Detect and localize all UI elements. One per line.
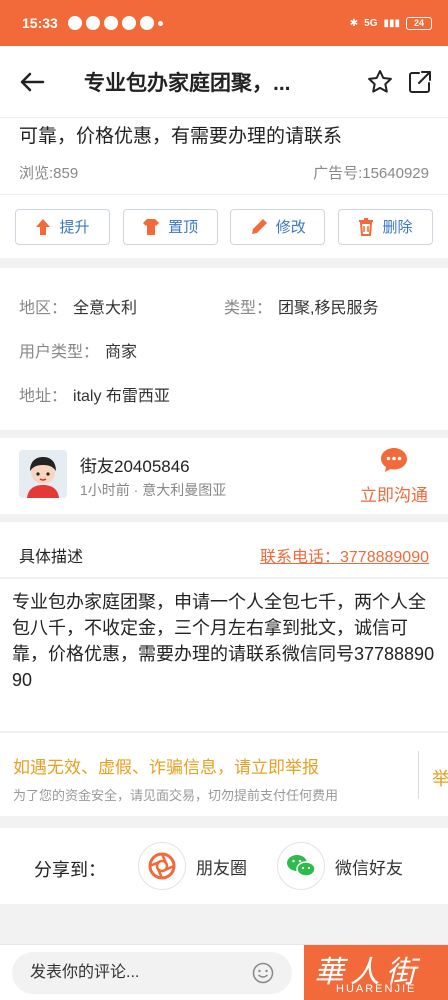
user-meta: 1小时前 · 意大利曼图亚 — [80, 482, 227, 498]
address-row: 地址： italy 布雷西亚 — [19, 388, 170, 405]
report-warning: 如遇无效、虚假、诈骗信息，请立即举报 为了您的资金安全，请见面交易，切勿提前支付… — [0, 732, 448, 816]
chat-now-button[interactable]: 立即沟通 — [358, 446, 430, 506]
post-header: 可靠，价格优惠，有需要办理的请联系 浏览:859 广告号:15640929 — [0, 118, 448, 194]
username[interactable]: 街友20405846 — [80, 452, 190, 477]
share-button[interactable] — [400, 46, 440, 118]
comment-bar: 華人街 HUARENJIE — [0, 944, 448, 1000]
back-arrow-icon — [20, 72, 45, 91]
bluetooth-icon: ✱ — [349, 17, 359, 29]
arrow-up-icon — [36, 218, 51, 235]
description-header: 具体描述 联系电话：3778889090 — [0, 522, 448, 578]
moments-icon — [138, 842, 186, 890]
comment-input[interactable] — [12, 952, 292, 994]
promote-button[interactable]: 提升 — [15, 208, 110, 245]
signal-icon: ▮▮▮ — [383, 17, 400, 29]
type-row: 类型： 团聚,移民服务 — [224, 300, 379, 317]
share-label: 分享到： — [34, 860, 106, 880]
pin-top-button[interactable]: 置顶 — [122, 208, 218, 245]
wechat-icon — [277, 842, 325, 890]
view-count: 浏览:859 — [19, 165, 79, 182]
ad-number: 广告号:15640929 — [313, 165, 429, 182]
trash-icon — [359, 217, 374, 236]
network-type: 5G — [364, 17, 378, 29]
warning-title: 如遇无效、虚假、诈骗信息，请立即举报 — [13, 758, 319, 777]
shirt-icon — [143, 218, 160, 235]
emoji-button[interactable] — [252, 962, 274, 989]
facebook-icon — [121, 16, 136, 30]
action-toolbar: 提升 置顶 修改 删除 — [0, 194, 448, 258]
share-section: 分享到： 朋友圈 微信好友 — [0, 828, 448, 904]
warning-subtitle: 为了您的资金安全，请见面交易，切勿提前支付任何费用 — [13, 788, 339, 803]
description-body: 专业包办家庭团聚，申请一个人全包七千，两个人全包八千，不收定金，三个月左右拿到批… — [0, 579, 448, 731]
app-icon — [103, 16, 118, 30]
report-button[interactable]: 举 — [432, 765, 448, 791]
avatar-boy-icon — [19, 450, 67, 498]
contact-phone-link[interactable]: 联系电话：3778889090 — [260, 543, 429, 567]
facebook-icon — [85, 16, 100, 30]
avatar[interactable] — [19, 450, 67, 498]
favorite-button[interactable] — [360, 46, 400, 118]
share-moments-button[interactable]: 朋友圈 — [138, 842, 247, 890]
status-bar: 15:33 ✱ 5G ▮▮▮ 24 — [0, 0, 448, 46]
more-dot-icon — [157, 20, 163, 26]
huarenjie-logo: 華人街 HUARENJIE — [304, 945, 448, 1000]
user-type-row: 用户类型： 商家 — [19, 344, 138, 361]
star-icon — [368, 69, 392, 93]
delete-button[interactable]: 删除 — [337, 208, 433, 245]
region-row: 地区： 全意大利 — [19, 300, 138, 317]
back-button[interactable] — [0, 46, 64, 118]
battery-icon: 24 — [406, 16, 432, 30]
edit-button[interactable]: 修改 — [230, 208, 326, 245]
facebook-icon — [67, 16, 82, 30]
description-label: 具体描述 — [19, 549, 84, 566]
notification-icons — [67, 16, 163, 30]
pencil-icon — [251, 218, 267, 234]
share-wechat-button[interactable]: 微信好友 — [277, 842, 403, 890]
smiley-icon — [252, 962, 274, 984]
user-card: 街友20405846 1小时前 · 意大利曼图亚 立即沟通 — [0, 438, 448, 514]
post-title-tail: 可靠，价格优惠，有需要办理的请联系 — [19, 126, 343, 147]
info-section: 地区： 全意大利 类型： 团聚,移民服务 用户类型： 商家 地址： italy 布雷西亚 — [0, 268, 448, 430]
share-icon — [409, 70, 431, 93]
chat-bubble-icon — [381, 448, 407, 472]
facebook-icon — [139, 16, 154, 30]
chat-now-label: 立即沟通 — [360, 486, 428, 505]
page-title: 专业包办家庭团聚，... — [84, 71, 291, 95]
divider — [418, 751, 419, 799]
status-time: 15:33 — [22, 15, 58, 31]
nav-bar: 专业包办家庭团聚，... — [0, 46, 448, 118]
